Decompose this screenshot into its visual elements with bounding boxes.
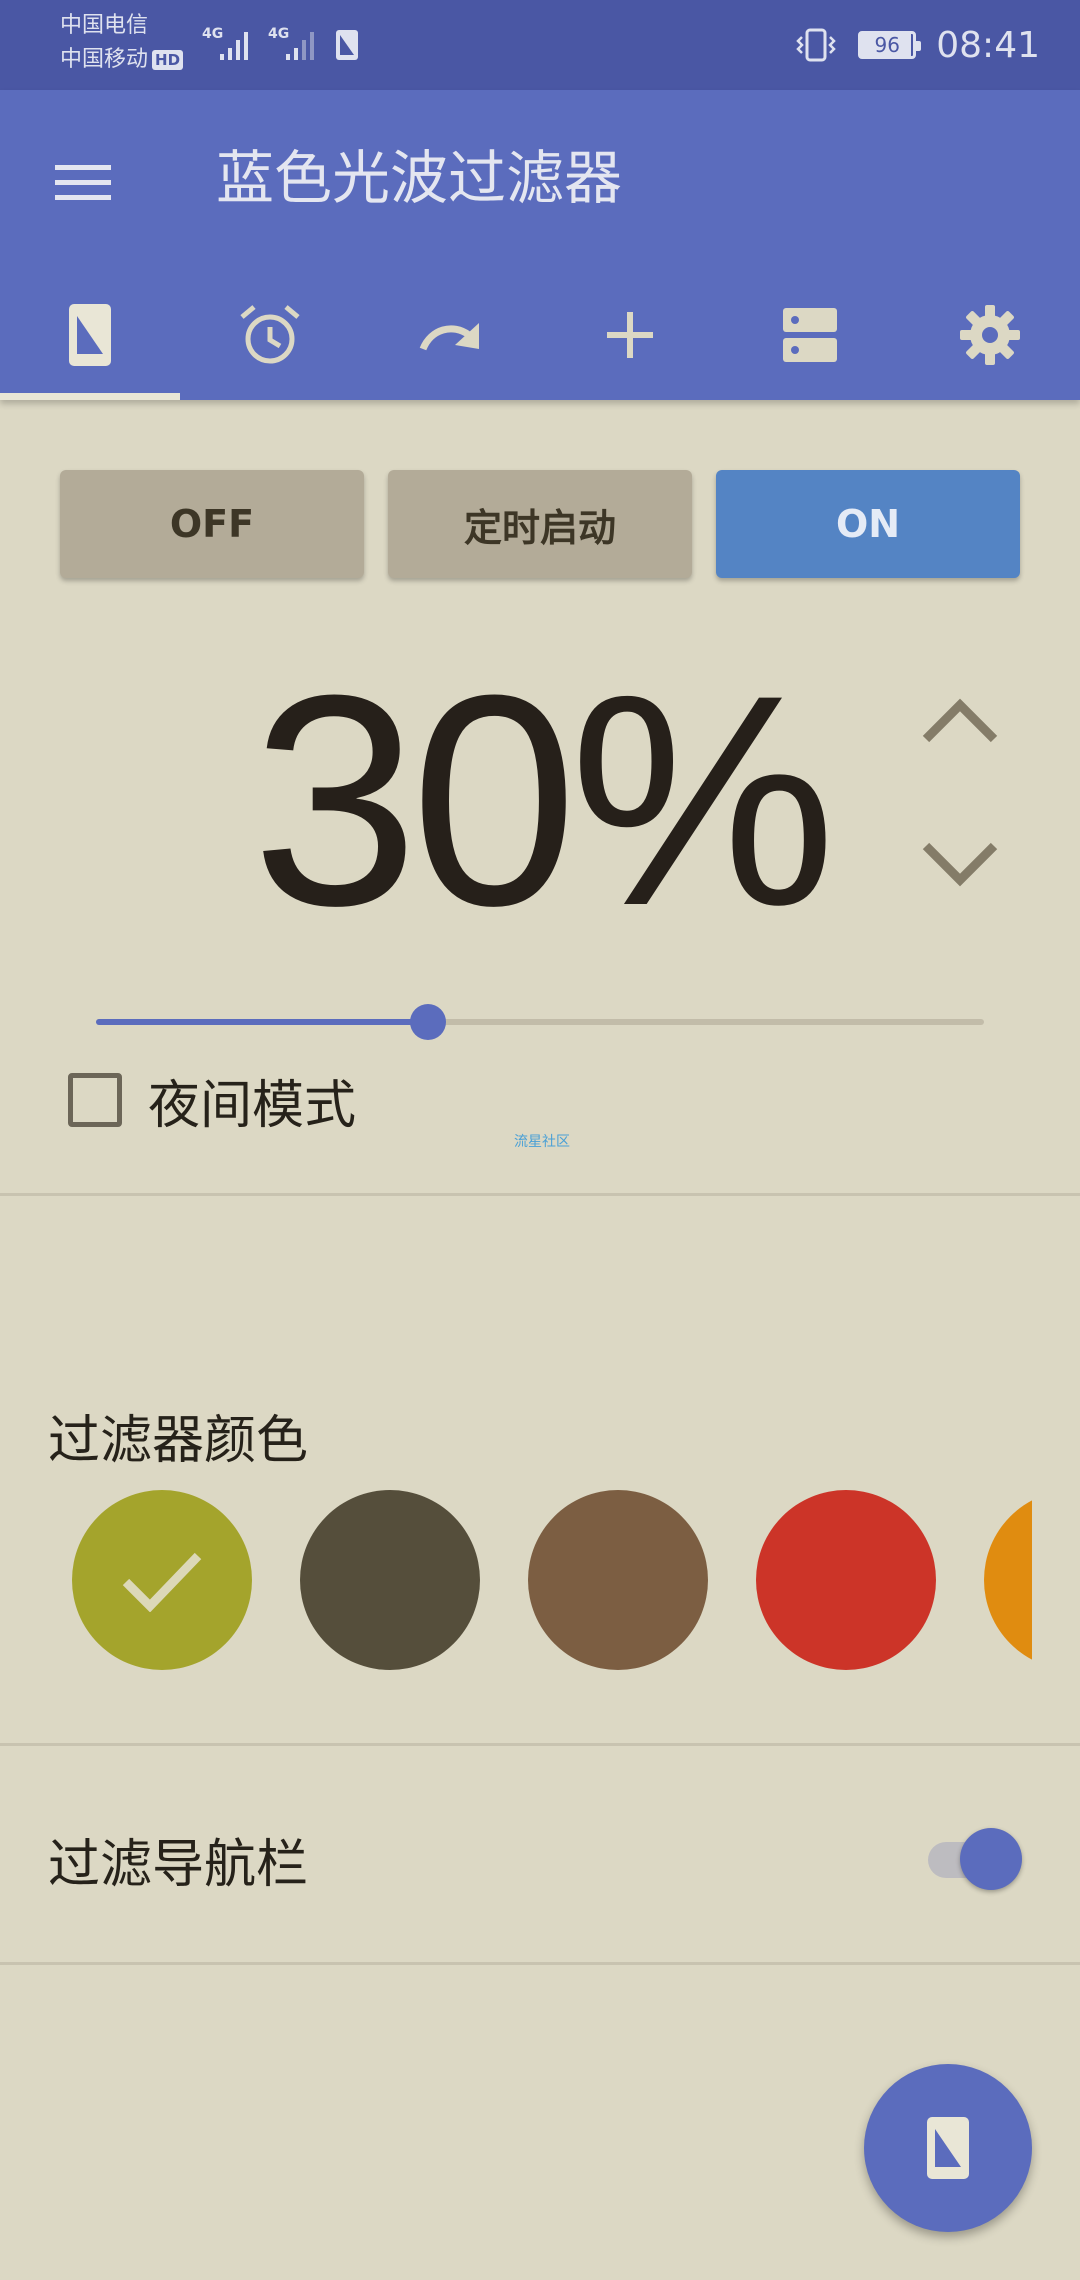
network-type-2: 4G — [268, 26, 289, 42]
filter-notification-icon — [334, 28, 360, 62]
off-button[interactable]: OFF — [60, 470, 364, 578]
color-swatch[interactable] — [300, 1490, 480, 1670]
status-bar: 中国电信 中国移动 HD 4G 4G 96 08:41 — [0, 0, 1080, 90]
on-button[interactable]: ON — [716, 470, 1020, 578]
decrease-button[interactable] — [910, 815, 1010, 915]
nav-bar-filter-label: 过滤导航栏 — [48, 1835, 309, 1895]
tab-settings[interactable] — [900, 270, 1080, 400]
night-mode-checkbox[interactable] — [68, 1073, 122, 1127]
battery-level: 96 — [874, 33, 900, 57]
color-swatch[interactable] — [528, 1490, 708, 1670]
filter-color-title: 过滤器颜色 — [48, 1411, 309, 1471]
filter-fab-button[interactable] — [864, 2064, 1032, 2232]
gear-icon — [960, 305, 1020, 365]
night-mode-label: 夜间模式 — [148, 1075, 357, 1136]
signal-strength-icon-1: 4G — [200, 24, 258, 64]
carrier-label-2: 中国移动 HD — [60, 46, 184, 74]
timer-start-button[interactable]: 定时启动 — [388, 470, 692, 578]
tab-add[interactable] — [540, 270, 720, 400]
plus-icon — [607, 312, 653, 358]
intensity-slider[interactable] — [96, 1000, 984, 1044]
redo-arrow-icon — [419, 323, 479, 351]
slider-fill — [96, 1019, 429, 1025]
carrier-label-1: 中国电信 — [60, 13, 149, 38]
tab-redo[interactable] — [360, 270, 540, 400]
clock: 08:41 — [936, 24, 1040, 66]
battery-icon: 96 — [858, 31, 922, 59]
color-swatch[interactable] — [984, 1490, 1032, 1670]
alarm-clock-icon — [240, 305, 300, 364]
divider — [0, 1743, 1080, 1746]
screen-filter-icon — [69, 304, 111, 366]
hamburger-menu-icon — [55, 165, 111, 200]
divider — [0, 1962, 1080, 1965]
storage-icon — [783, 308, 837, 362]
carrier-label-2-text: 中国移动 — [60, 47, 149, 72]
color-swatch-list — [0, 1490, 1032, 1672]
network-type-1: 4G — [202, 26, 223, 42]
increase-button[interactable] — [910, 670, 1010, 770]
night-mode-row[interactable]: 夜间模式 — [68, 1062, 356, 1138]
menu-button[interactable] — [40, 140, 126, 226]
tab-storage[interactable] — [720, 270, 900, 400]
watermark: 流星社区 — [514, 1134, 570, 1150]
color-swatch[interactable] — [756, 1490, 936, 1670]
chevron-down-icon — [922, 842, 998, 887]
intensity-percentage: 30% — [251, 632, 836, 968]
selected-tab-indicator — [0, 393, 180, 400]
vibrate-icon — [796, 28, 837, 62]
chevron-up-icon — [922, 698, 998, 743]
app-title: 蓝色光波过滤器 — [216, 144, 623, 212]
checkmark-icon — [122, 1552, 202, 1612]
app-bar: 蓝色光波过滤器 — [0, 90, 1080, 400]
hd-badge: HD — [152, 50, 184, 70]
divider — [0, 1193, 1080, 1196]
slider-thumb[interactable] — [410, 1004, 447, 1040]
status-right: 96 08:41 — [794, 20, 1040, 70]
tab-schedule[interactable] — [180, 270, 360, 400]
tab-bar — [0, 270, 1080, 400]
nav-bar-filter-toggle[interactable] — [924, 1822, 1024, 1890]
tab-filter[interactable] — [0, 270, 180, 400]
signal-strength-icon-2: 4G — [266, 24, 324, 64]
color-swatch[interactable] — [72, 1490, 252, 1670]
toggle-thumb — [960, 1828, 1022, 1890]
screen-filter-icon — [927, 2117, 969, 2179]
battery-tip — [916, 41, 922, 51]
